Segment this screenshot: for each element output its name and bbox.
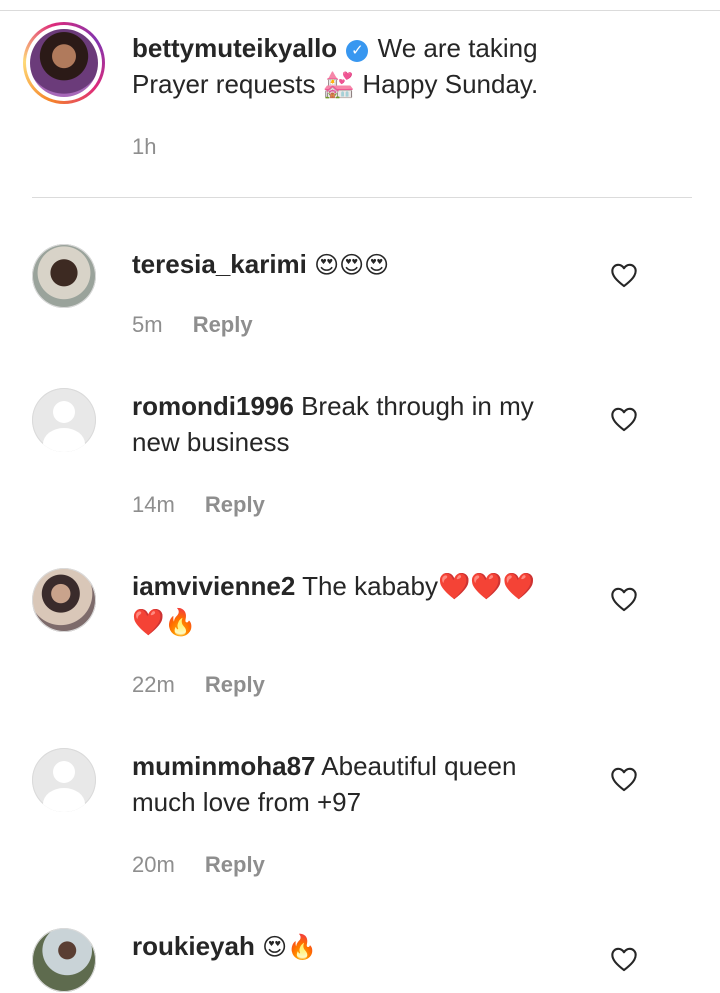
comment-meta: 22m Reply <box>132 672 265 698</box>
comment-meta: 14m Reply <box>132 492 265 518</box>
like-button[interactable] <box>610 766 638 792</box>
heart-outline-icon <box>611 407 637 432</box>
top-divider <box>0 10 720 11</box>
like-button[interactable] <box>610 406 638 432</box>
comment-item: muminmoha87 Abeautiful queen much love f… <box>0 748 720 923</box>
caption-username[interactable]: bettymuteikyallo <box>132 33 337 63</box>
comment-username[interactable]: roukieyah <box>132 931 255 961</box>
heart-outline-icon <box>611 263 637 288</box>
verified-badge-icon: ✓ <box>346 40 369 62</box>
comment-text: 😍🔥 <box>262 933 317 961</box>
caption-time: 1h <box>132 134 157 159</box>
avatar <box>30 29 98 97</box>
comment-username[interactable]: muminmoha87 <box>132 751 316 781</box>
caption-meta: 1h <box>132 134 156 160</box>
comment-text: 😍😍😍 <box>314 251 390 279</box>
post-caption: bettymuteikyallo ✓ We are taking Prayer … <box>0 20 720 170</box>
comment-text-block: romondi1996 Break through in my new busi… <box>132 388 572 460</box>
comment-time: 22m <box>132 672 175 697</box>
caption-divider <box>32 197 692 198</box>
comment-item: roukieyah 😍🔥 <box>0 928 720 993</box>
heart-outline-icon <box>611 587 637 612</box>
comment-time: 14m <box>132 492 175 517</box>
story-ring-avatar[interactable] <box>23 22 105 104</box>
comment-time: 5m <box>132 312 163 337</box>
comment-meta: 20m Reply <box>132 852 265 878</box>
reply-button[interactable]: Reply <box>205 492 265 517</box>
comment-username[interactable]: teresia_karimi <box>132 249 307 279</box>
like-button[interactable] <box>610 586 638 612</box>
comment-text-block: muminmoha87 Abeautiful queen much love f… <box>132 748 572 820</box>
reply-button[interactable]: Reply <box>193 312 253 337</box>
comment-text-block: iamvivienne2 The kababy❤️❤️❤️ ❤️🔥 <box>132 568 572 640</box>
comment-username[interactable]: romondi1996 <box>132 391 294 421</box>
comment-item: iamvivienne2 The kababy❤️❤️❤️ ❤️🔥 22m Re… <box>0 568 720 743</box>
avatar[interactable] <box>32 748 96 812</box>
comment-meta: 5m Reply <box>132 312 253 338</box>
heart-outline-icon <box>611 767 637 792</box>
like-button[interactable] <box>610 946 638 972</box>
reply-button[interactable]: Reply <box>205 672 265 697</box>
caption-text-block: bettymuteikyallo ✓ We are taking Prayer … <box>132 30 572 102</box>
comment-item: romondi1996 Break through in my new busi… <box>0 388 720 563</box>
comment-username[interactable]: iamvivienne2 <box>132 571 295 601</box>
avatar[interactable] <box>32 928 96 992</box>
heart-outline-icon <box>611 947 637 972</box>
avatar[interactable] <box>32 244 96 308</box>
comment-text-block: roukieyah 😍🔥 <box>132 928 572 965</box>
reply-button[interactable]: Reply <box>205 852 265 877</box>
like-button[interactable] <box>610 262 638 288</box>
avatar[interactable] <box>32 568 96 632</box>
avatar[interactable] <box>32 388 96 452</box>
comment-text-block: teresia_karimi 😍😍😍 <box>132 246 572 283</box>
comment-time: 20m <box>132 852 175 877</box>
